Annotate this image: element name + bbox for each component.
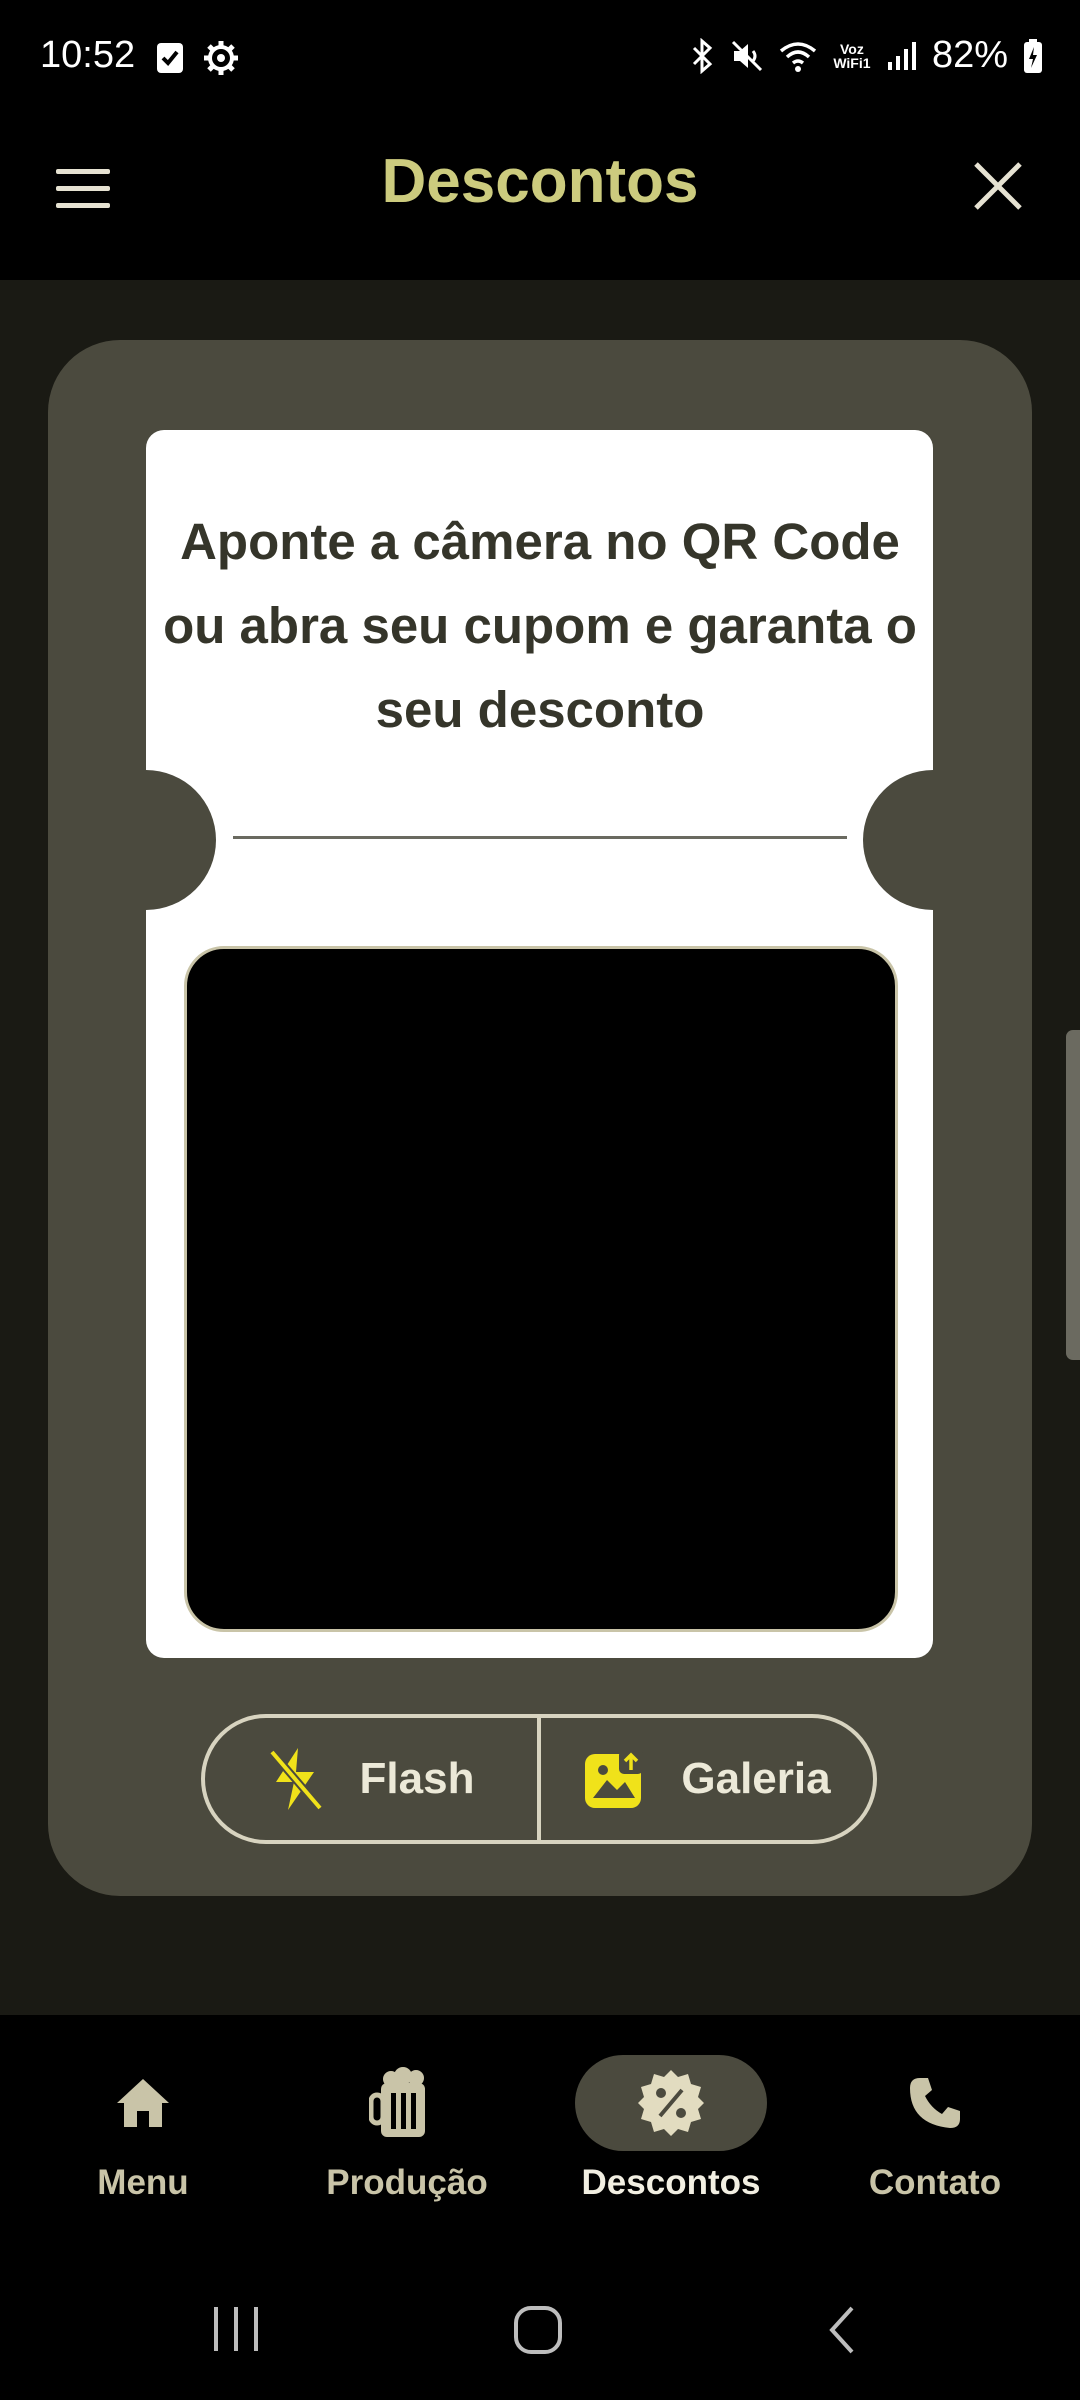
edge-panel-handle[interactable]	[1066, 1030, 1080, 1360]
back-icon[interactable]	[824, 2304, 858, 2356]
flash-button[interactable]: Flash	[205, 1718, 537, 1840]
bluetooth-icon	[692, 37, 713, 74]
checkbox-notification-icon	[157, 43, 183, 73]
nav-icon-container	[311, 2055, 503, 2151]
discount-badge-icon	[638, 2070, 704, 2136]
gallery-label: Galeria	[681, 1754, 831, 1803]
phone-icon	[910, 2078, 960, 2128]
nav-item-producao[interactable]: Produção	[272, 2055, 542, 2235]
nav-item-menu[interactable]: Menu	[8, 2055, 278, 2235]
voz-wifi-label: Voz WiFi1	[833, 40, 871, 71]
ticket-divider	[233, 836, 847, 839]
scanner-actions: Flash Galeria	[201, 1714, 877, 1844]
settings-gear-icon	[204, 41, 238, 75]
flash-label: Flash	[359, 1754, 475, 1803]
scan-instructions: Aponte a câmera no QR Code ou abra seu c…	[163, 513, 917, 738]
ticket-notch-right	[863, 770, 933, 910]
gallery-upload-icon	[585, 1750, 644, 1808]
flash-off-icon	[268, 1748, 323, 1811]
close-icon[interactable]	[970, 158, 1026, 214]
home-button-icon[interactable]	[512, 2304, 564, 2356]
ticket-notch-left	[146, 770, 216, 910]
mute-icon	[731, 40, 762, 71]
status-right: Voz WiFi1 82%	[688, 34, 1044, 77]
nav-label-menu: Menu	[97, 2163, 189, 2202]
wifi-icon	[779, 41, 817, 72]
page-title: Descontos	[381, 147, 699, 216]
battery-percent: 82%	[931, 34, 1008, 76]
gallery-button[interactable]: Galeria	[541, 1718, 873, 1840]
nav-icon-container	[47, 2055, 239, 2151]
beer-mug-icon	[369, 2067, 425, 2137]
status-time: 10:52	[40, 34, 136, 76]
recent-apps-icon[interactable]	[210, 2305, 262, 2353]
nav-label-descontos: Descontos	[581, 2163, 761, 2202]
battery-charging-icon	[1024, 38, 1042, 73]
nav-label-contato: Contato	[868, 2163, 1002, 2202]
signal-icon	[887, 41, 916, 70]
home-icon	[117, 2079, 169, 2127]
nav-item-descontos[interactable]: Descontos	[536, 2055, 806, 2235]
nav-item-contato[interactable]: Contato	[800, 2055, 1070, 2235]
nav-icon-container	[839, 2055, 1031, 2151]
status-left-icons	[155, 40, 239, 76]
nav-icon-container-active	[575, 2055, 767, 2151]
nav-label-producao: Produção	[326, 2163, 488, 2202]
camera-viewfinder[interactable]	[184, 946, 898, 1632]
